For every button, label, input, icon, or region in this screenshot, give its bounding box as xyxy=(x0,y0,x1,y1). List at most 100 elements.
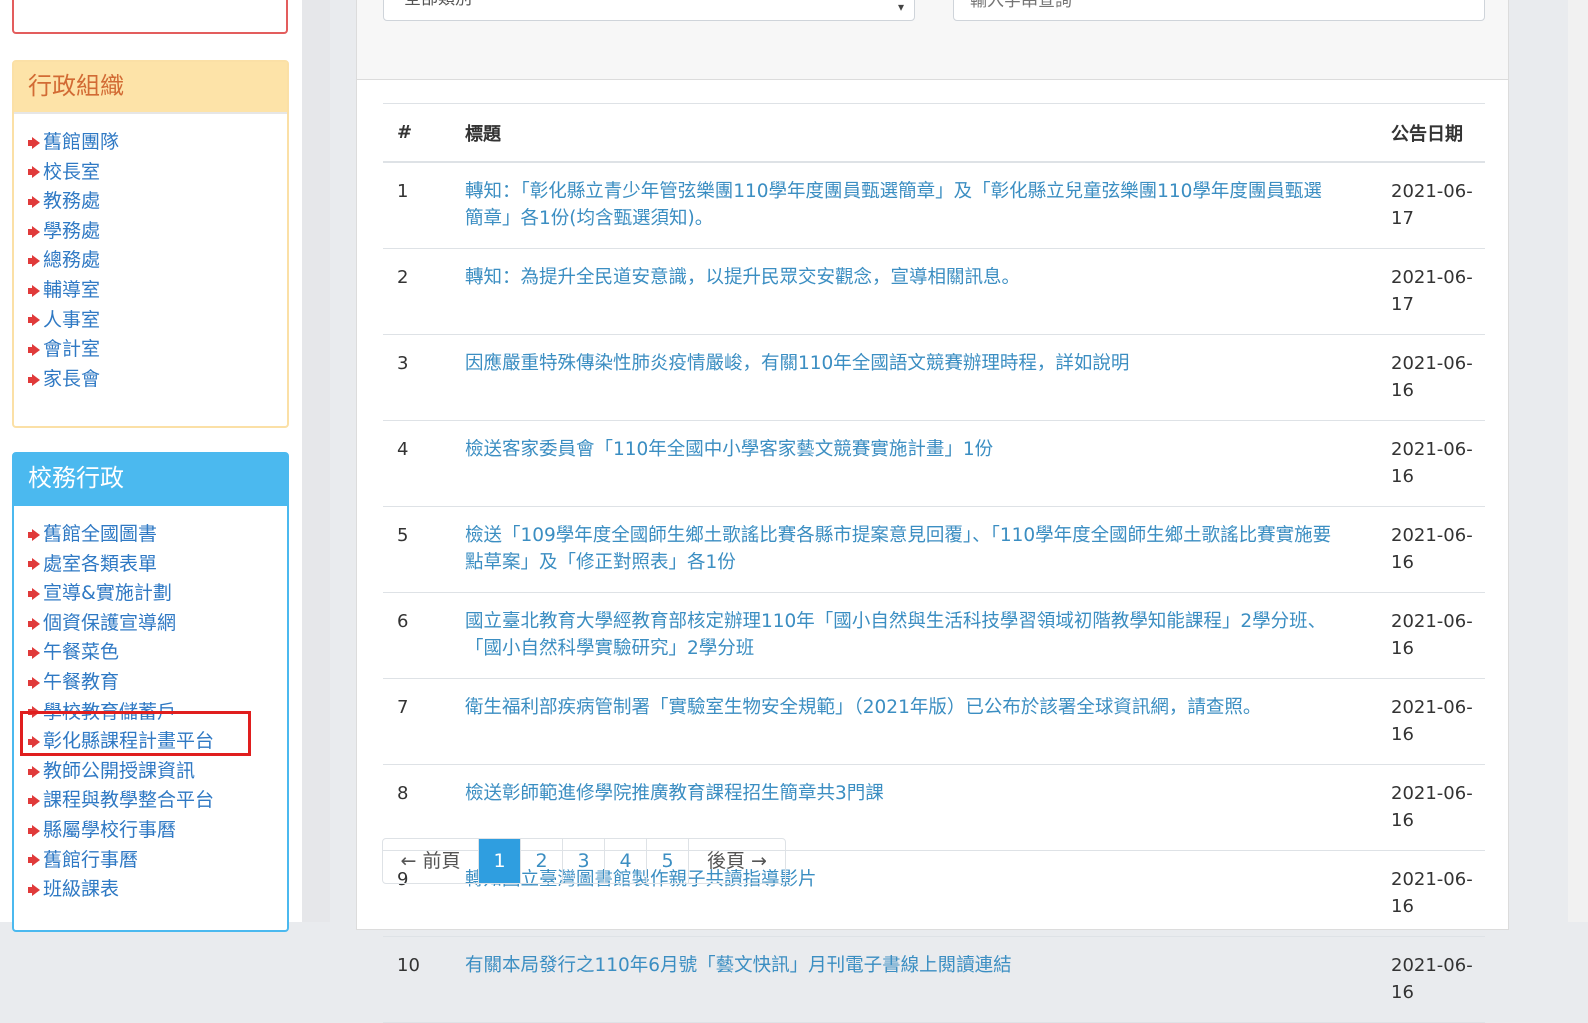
sidebar-menu-item[interactable]: 班級課表 xyxy=(28,875,287,905)
panel-school-administration: 校務行政 舊館全國圖書 處室各類表單 宣導&實施計劃 個資保護宣導網 午餐菜色 午餐教育學… xyxy=(12,452,289,932)
sidebar-menu-label: 宣導&實施計劃 xyxy=(43,582,172,605)
sidebar-menu-item[interactable]: 宣導&實施計劃 xyxy=(28,579,287,609)
prev-page-button[interactable]: ← 前頁 xyxy=(383,839,479,883)
row-date: 2021-06-17 xyxy=(1367,162,1485,249)
announcement-link[interactable]: 國立臺北教育大學經教育部核定辦理110年「國小自然與生活科技學習領域初階教學知能… xyxy=(465,611,1326,659)
sidebar-menu-label: 舊館全國圖書 xyxy=(43,523,158,545)
arrow-right-icon xyxy=(28,647,40,660)
sidebar-menu-item[interactable]: 舊館團隊 xyxy=(28,128,287,158)
search-input[interactable] xyxy=(953,0,1485,21)
sidebar-menu-item[interactable]: 午餐教育 xyxy=(28,668,287,698)
arrow-right-icon xyxy=(28,883,40,896)
sidebar-menu-item[interactable]: 校長室 xyxy=(28,158,287,188)
sidebar-menu-label: 舊館團隊 xyxy=(43,131,120,153)
row-date: 2021-06-16 xyxy=(1367,936,1485,1023)
sidebar-menu-label: 縣屬學校行事曆 xyxy=(43,818,177,841)
announcement-link[interactable]: 轉知：「彰化縣立青少年管弦樂團110學年度團員甄選簡章」及「彰化縣立兒童弦樂團1… xyxy=(465,181,1322,229)
announcement-link[interactable]: 因應嚴重特殊傳染性肺炎疫情嚴峻，有關110年全國語文競賽辦理時程，詳如說明 xyxy=(465,353,1129,374)
table-row: 2 轉知：為提升全民道安意識，以提升民眾交安觀念，宣導相關訊息。 2021-06-1… xyxy=(383,248,1485,335)
sidebar-menu-item[interactable]: 會計室 xyxy=(28,335,287,365)
row-title-cell: 衛生福利部疾病管制署「實驗室生物安全規範」（2021年版）已公布於該署全球資訊網… xyxy=(465,678,1367,765)
announcement-link[interactable]: 衛生福利部疾病管制署「實驗室生物安全規範」（2021年版）已公布於該署全球資訊網… xyxy=(465,697,1261,718)
arrow-right-icon xyxy=(28,765,40,778)
page-2-button[interactable]: 2 xyxy=(521,839,563,883)
header-date: 公告日期 xyxy=(1367,103,1485,163)
table-row: 7 衛生福利部疾病管制署「實驗室生物安全規範」（2021年版）已公布於該署全球資訊… xyxy=(383,678,1485,765)
announcement-link[interactable]: 轉知：為提升全民道安意識，以提升民眾交安觀念，宣導相關訊息。 xyxy=(465,267,1020,288)
sidebar-menu-item[interactable]: 學務處 xyxy=(28,217,287,247)
sidebar-menu-item[interactable]: 總務處 xyxy=(28,246,287,276)
sidebar-menu-item[interactable]: 處室各類表單 xyxy=(28,550,287,580)
row-number: 3 xyxy=(383,334,465,421)
row-number: 1 xyxy=(383,162,465,249)
sidebar-menu-item[interactable]: 縣屬學校行事曆 xyxy=(28,816,287,846)
sidebar-menu-label: 家長會 xyxy=(43,367,101,390)
row-number: 4 xyxy=(383,420,465,507)
row-title-cell: 因應嚴重特殊傳染性肺炎疫情嚴峻，有關110年全國語文競賽辦理時程，詳如說明 xyxy=(465,334,1367,421)
panel-title: 校務行政 xyxy=(14,454,287,506)
row-date: 2021-06-16 xyxy=(1367,420,1485,507)
arrow-right-icon xyxy=(28,343,40,356)
header-num: # xyxy=(383,103,465,163)
page-3-button[interactable]: 3 xyxy=(563,839,605,883)
category-select[interactable]: 全部類別 ▾ xyxy=(383,0,915,21)
arrow-right-icon xyxy=(28,617,40,630)
arrow-right-icon xyxy=(28,676,40,689)
page-4-button[interactable]: 4 xyxy=(605,839,647,883)
row-title-cell: 檢送「109學年度全國師生鄉土歌謠比賽各縣市提案意見回覆」、「110學年度全國師… xyxy=(465,506,1367,593)
table-body: 1 轉知：「彰化縣立青少年管弦樂團110學年度團員甄選簡章」及「彰化縣立兒童弦樂團… xyxy=(383,162,1485,1023)
table-row: 1 轉知：「彰化縣立青少年管弦樂團110學年度團員甄選簡章」及「彰化縣立兒童弦樂團… xyxy=(383,162,1485,249)
row-date: 2021-06-16 xyxy=(1367,764,1485,851)
arrow-right-icon xyxy=(28,136,40,149)
sidebar-divider xyxy=(302,0,330,922)
row-date: 2021-06-16 xyxy=(1367,850,1485,937)
sidebar: 行政組織 舊館團隊 校長室 教務處 學務處 總務處 輔導室 人事室 會計室 家長會 校務行政 舊… xyxy=(0,0,302,932)
sidebar-menu-label: 人事室 xyxy=(43,308,101,331)
sidebar-menu-item[interactable]: 課程與教學整合平台 xyxy=(28,786,287,816)
table-header-row: # 標題 公告日期 xyxy=(383,103,1485,163)
sidebar-menu-label: 課程與教學整合平台 xyxy=(43,789,215,812)
row-number: 5 xyxy=(383,506,465,593)
row-date: 2021-06-16 xyxy=(1367,334,1485,421)
arrow-right-icon xyxy=(28,558,40,571)
announcement-link[interactable]: 有關本局發行之110年6月號「藝文快訊」月刊電子書線上閱讀連結 xyxy=(465,955,1012,976)
next-page-button[interactable]: 後頁 → xyxy=(689,839,785,883)
row-title-cell: 有關本局發行之110年6月號「藝文快訊」月刊電子書線上閱讀連結 xyxy=(465,936,1367,1023)
sidebar-menu-item[interactable]: 教師公開授課資訊 xyxy=(28,757,287,787)
announcement-link[interactable]: 檢送客家委員會「110年全國中小學客家藝文競賽實施計畫」1份 xyxy=(465,439,993,460)
arrow-right-icon xyxy=(28,373,40,386)
sidebar-menu-label: 班級課表 xyxy=(43,878,120,901)
sidebar-menu-item[interactable]: 輔導室 xyxy=(28,276,287,306)
row-number: 7 xyxy=(383,678,465,765)
filter-area: 全部類別 ▾ xyxy=(357,0,1508,80)
announcement-link[interactable]: 檢送「109學年度全國師生鄉土歌謠比賽各縣市提案意見回覆」、「110學年度全國師… xyxy=(465,525,1331,573)
arrow-right-icon xyxy=(28,587,40,600)
sidebar-menu-label: 學務處 xyxy=(43,219,101,242)
sidebar-menu-label: 個資保護宣導網 xyxy=(43,611,177,634)
row-title-cell: 國立臺北教育大學經教育部核定辦理110年「國小自然與生活科技學習領域初階教學知能… xyxy=(465,592,1367,679)
school-menu: 舊館全國圖書 處室各類表單 宣導&實施計劃 個資保護宣導網 午餐菜色 午餐教育 學校教育儲蓄… xyxy=(14,506,287,905)
arrow-right-icon xyxy=(28,795,40,808)
page-5-button[interactable]: 5 xyxy=(647,839,689,883)
sidebar-menu-label: 午餐教育 xyxy=(43,670,120,693)
sidebar-menu-item[interactable]: 午餐菜色 xyxy=(28,638,287,668)
header-title: 標題 xyxy=(465,103,1367,163)
sidebar-menu-label: 處室各類表單 xyxy=(43,552,158,575)
row-date: 2021-06-17 xyxy=(1367,248,1485,335)
sidebar-menu-item[interactable]: 個資保護宣導網 xyxy=(28,609,287,639)
news-card: 全部類別 ▾ # 標題 公告日期 1轉知：「彰化縣立青少年管弦樂團110學年度團… xyxy=(356,0,1509,1023)
arrow-right-icon xyxy=(28,528,40,541)
scrollbar[interactable] xyxy=(1568,0,1588,922)
row-number: 6 xyxy=(383,592,465,679)
row-number: 2 xyxy=(383,248,465,335)
arrow-right-icon xyxy=(28,255,40,268)
sidebar-menu-item[interactable]: 舊館行事曆 xyxy=(28,846,287,876)
row-date: 2021-06-16 xyxy=(1367,506,1485,593)
sidebar-menu-item[interactable]: 家長會 xyxy=(28,365,287,395)
sidebar-menu-item[interactable]: 人事室 xyxy=(28,306,287,336)
page-1-button[interactable]: 1 xyxy=(479,839,521,883)
row-date: 2021-06-16 xyxy=(1367,592,1485,679)
announcement-link[interactable]: 檢送彰師範進修學院推廣教育課程招生簡章共3門課 xyxy=(465,783,884,804)
sidebar-menu-item[interactable]: 教務處 xyxy=(28,187,287,217)
sidebar-menu-item[interactable]: 舊館全國圖書 xyxy=(28,520,287,550)
